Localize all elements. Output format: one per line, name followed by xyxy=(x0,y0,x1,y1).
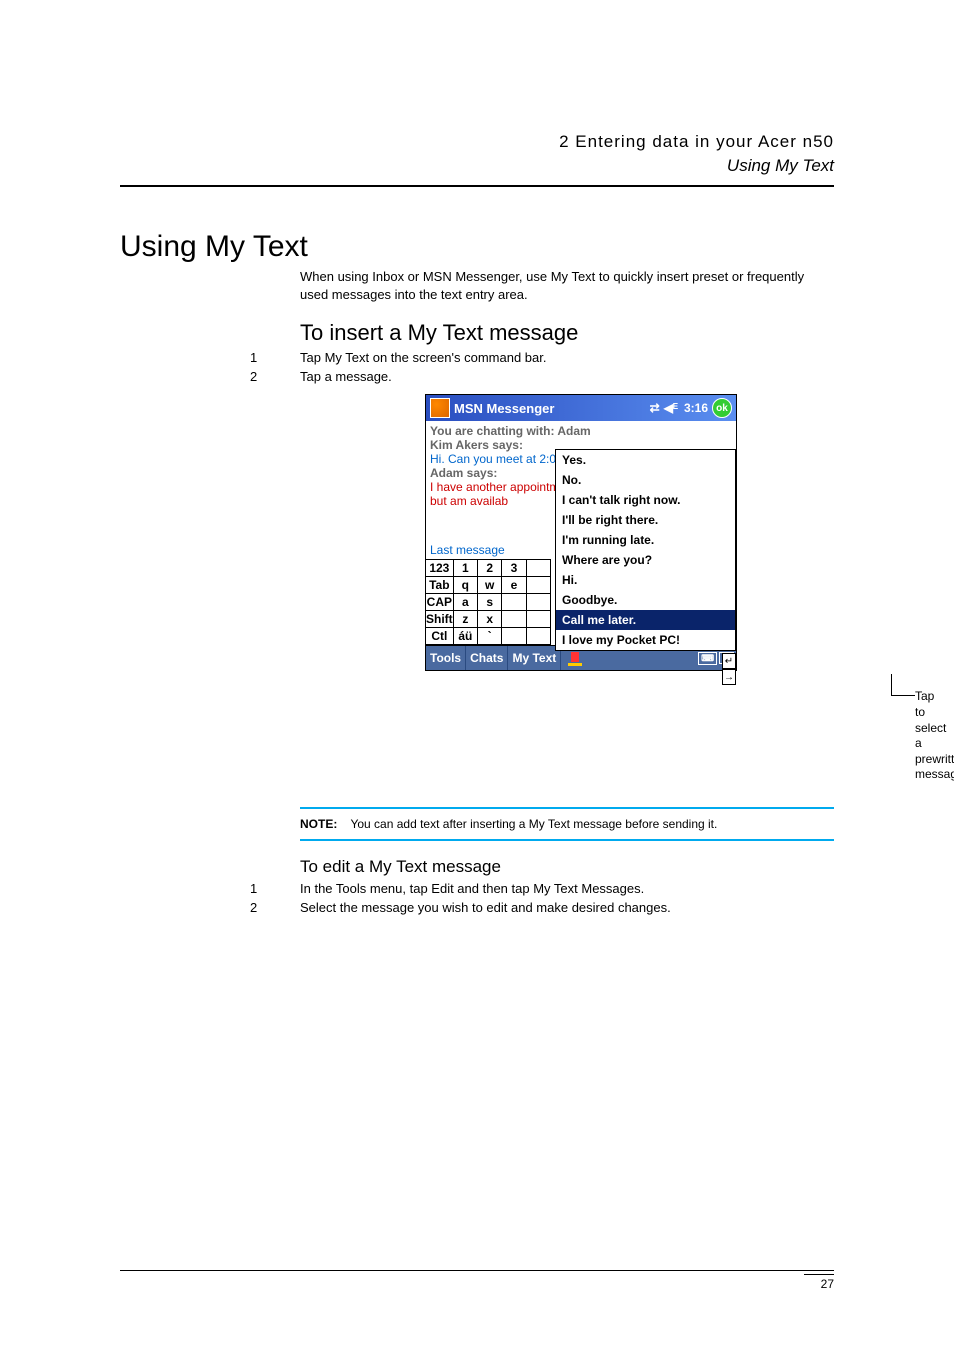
app-title: MSN Messenger xyxy=(454,401,554,416)
mytext-option[interactable]: I'm running late. xyxy=(556,530,735,550)
key[interactable]: Ctl xyxy=(426,628,454,645)
key[interactable]: a xyxy=(454,594,478,611)
page-number: 27 xyxy=(804,1274,834,1291)
key[interactable] xyxy=(502,628,526,645)
mytext-option-selected[interactable]: Call me later. xyxy=(556,610,735,630)
note-text: You can add text after inserting a My Te… xyxy=(350,817,717,831)
mytext-menu[interactable]: My Text xyxy=(508,646,561,670)
screenshot: MSN Messenger ⇄ ◀ᴱ 3:16 ok You are chatt… xyxy=(425,394,834,783)
mytext-option[interactable]: I'll be right there. xyxy=(556,510,735,530)
mytext-option[interactable]: No. xyxy=(556,470,735,490)
start-flag-icon[interactable] xyxy=(430,398,450,418)
chat-with: You are chatting with: Adam xyxy=(430,424,732,438)
mytext-option[interactable]: Yes. xyxy=(556,450,735,470)
step-number: 2 xyxy=(250,900,300,915)
footer-rule xyxy=(120,1270,834,1271)
key[interactable]: e xyxy=(502,577,526,594)
mytext-option[interactable]: I can't talk right now. xyxy=(556,490,735,510)
step-text: Tap My Text on the screen's command bar. xyxy=(300,350,546,365)
speaker-icon[interactable]: ◀ᴱ xyxy=(664,401,678,415)
mytext-option[interactable]: Hi. xyxy=(556,570,735,590)
chapter-title: 2 Entering data in your Acer n50 xyxy=(559,130,834,154)
key[interactable]: s xyxy=(478,594,502,611)
mytext-option[interactable]: I love my Pocket PC! xyxy=(556,630,735,650)
arrow-right-key-icon[interactable]: → xyxy=(722,669,736,685)
header-rule xyxy=(120,185,834,187)
step-number: 1 xyxy=(250,350,300,365)
key[interactable] xyxy=(527,577,551,594)
step-number: 1 xyxy=(250,881,300,896)
page-title: Using My Text xyxy=(120,230,834,264)
connectivity-icon[interactable]: ⇄ xyxy=(650,401,660,415)
note-block: NOTE: You can add text after inserting a… xyxy=(300,807,834,841)
soft-keyboard[interactable]: 123 1 2 3 Tab q w e CAP a s xyxy=(426,559,551,645)
key[interactable] xyxy=(527,611,551,628)
insert-steps: 1Tap My Text on the screen's command bar… xyxy=(250,350,834,384)
key[interactable]: 1 xyxy=(454,560,478,577)
key[interactable] xyxy=(527,560,551,577)
key[interactable]: 123 xyxy=(426,560,454,577)
mytext-option[interactable]: Goodbye. xyxy=(556,590,735,610)
mytext-popup: Yes. No. I can't talk right now. I'll be… xyxy=(555,449,736,651)
insert-heading: To insert a My Text message xyxy=(300,320,834,346)
return-key-icon[interactable]: ↵ xyxy=(722,653,736,669)
key[interactable]: Tab xyxy=(426,577,454,594)
window-titlebar: MSN Messenger ⇄ ◀ᴱ 3:16 ok xyxy=(426,395,736,421)
key[interactable]: Shift xyxy=(426,611,454,628)
annotation-text: Tap to select a prewritten message. xyxy=(915,689,954,781)
step-text: In the Tools menu, tap Edit and then tap… xyxy=(300,881,644,896)
tools-menu[interactable]: Tools xyxy=(426,646,466,670)
key[interactable]: 3 xyxy=(502,560,526,577)
ok-button[interactable]: ok xyxy=(712,398,732,418)
key[interactable]: q xyxy=(454,577,478,594)
key[interactable]: CAP xyxy=(426,594,454,611)
mytext-option[interactable]: Where are you? xyxy=(556,550,735,570)
note-label: NOTE: xyxy=(300,817,337,831)
sip-keyboard-icon[interactable]: ⌨ xyxy=(698,652,717,665)
edit-heading: To edit a My Text message xyxy=(300,857,834,877)
chats-menu[interactable]: Chats xyxy=(466,646,508,670)
step-text: Tap a message. xyxy=(300,369,392,384)
intro-text: When using Inbox or MSN Messenger, use M… xyxy=(300,268,834,304)
send-icon[interactable] xyxy=(567,650,583,666)
key[interactable] xyxy=(527,594,551,611)
key[interactable]: ` xyxy=(478,628,502,645)
step-number: 2 xyxy=(250,369,300,384)
key[interactable]: 2 xyxy=(478,560,502,577)
clock: 3:16 xyxy=(684,401,708,415)
key[interactable]: z xyxy=(454,611,478,628)
key[interactable]: w xyxy=(478,577,502,594)
key[interactable] xyxy=(527,628,551,645)
key[interactable] xyxy=(502,594,526,611)
edit-steps: 1In the Tools menu, tap Edit and then ta… xyxy=(250,881,834,915)
section-title: Using My Text xyxy=(559,154,834,178)
step-text: Select the message you wish to edit and … xyxy=(300,900,671,915)
key[interactable] xyxy=(502,611,526,628)
key[interactable]: x xyxy=(478,611,502,628)
running-header: 2 Entering data in your Acer n50 Using M… xyxy=(559,130,834,178)
key[interactable]: áü xyxy=(454,628,478,645)
